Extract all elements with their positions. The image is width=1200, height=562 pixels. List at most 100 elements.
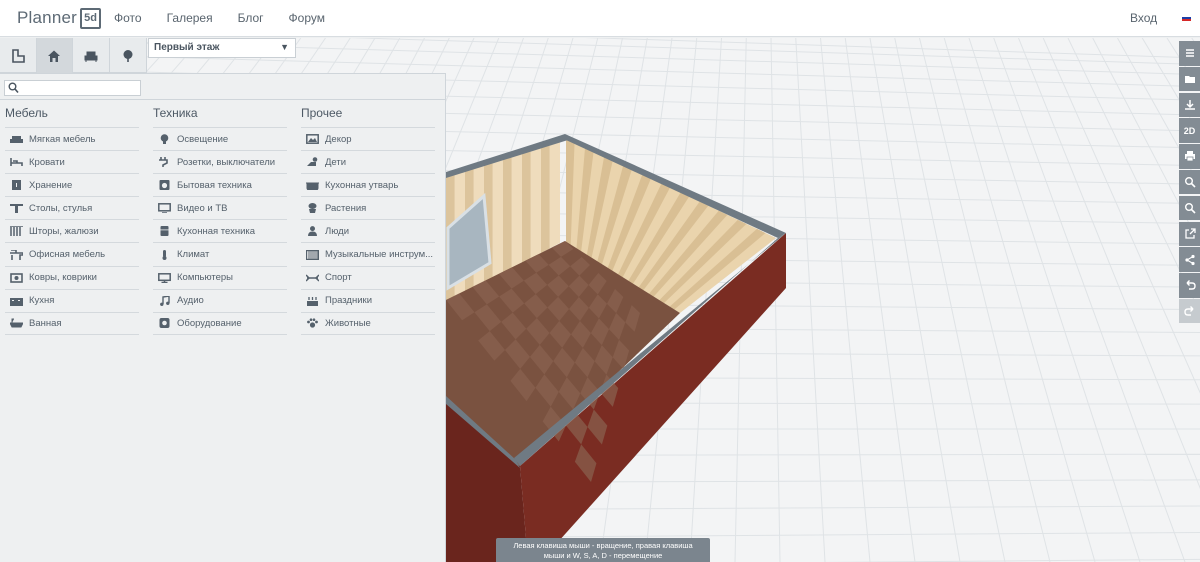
mode-rooms-button[interactable]: [36, 38, 73, 73]
view-2d-button[interactable]: 2D: [1179, 118, 1200, 143]
search-input[interactable]: [21, 81, 139, 95]
menu-icon: [1185, 49, 1194, 57]
floor-select[interactable]: Первый этаж ▼: [148, 38, 296, 58]
kids-icon: [307, 157, 318, 167]
menu-button[interactable]: [1179, 41, 1200, 66]
category-item[interactable]: Животные: [301, 311, 435, 335]
category-item[interactable]: Растения: [301, 196, 435, 219]
login-link[interactable]: Вход: [1130, 11, 1157, 25]
chevron-down-icon: ▼: [280, 42, 289, 52]
view-2d-icon: 2D: [1183, 125, 1196, 136]
category-label: Праздники: [325, 295, 372, 307]
category-item[interactable]: Шторы, жалюзи: [5, 219, 139, 242]
nav-forum[interactable]: Форум: [289, 11, 325, 25]
category-item[interactable]: Кровати: [5, 150, 139, 173]
category-item[interactable]: Оборудование: [153, 311, 287, 335]
category-label: Климат: [177, 249, 210, 261]
category-column-appliances: Техника Освещение Розетки, выключатели Быт…: [153, 106, 287, 335]
category-label: Хранение: [29, 179, 73, 191]
mode-exterior-button[interactable]: [110, 38, 146, 73]
category-item[interactable]: Ванная: [5, 311, 139, 335]
category-item[interactable]: Кухонная техника: [153, 219, 287, 242]
undo-button[interactable]: [1179, 273, 1200, 298]
catalog-panel: Мебель Мягкая мебель Кровати Хранение Столы…: [0, 73, 446, 562]
category-label: Шторы, жалюзи: [29, 225, 99, 237]
category-list: Освещение Розетки, выключатели Бытовая тех…: [153, 127, 287, 335]
category-item[interactable]: Музыкальные инструм...: [301, 242, 435, 265]
thermometer-icon: [162, 249, 167, 260]
top-nav: Фото Галерея Блог Форум: [114, 11, 325, 25]
mode-furniture-button[interactable]: [73, 38, 110, 73]
zoom-out-button[interactable]: [1179, 195, 1200, 221]
logo[interactable]: Planner 5d: [17, 6, 101, 30]
category-list: Мягкая мебель Кровати Хранение Столы, стуль…: [5, 127, 139, 335]
category-item[interactable]: Розетки, выключатели: [153, 150, 287, 173]
category-item[interactable]: Видео и ТВ: [153, 196, 287, 219]
piano-icon: [306, 249, 319, 260]
category-item[interactable]: Кухонная утварь: [301, 173, 435, 196]
hint-line-2: мыши и W, S, A, D - перемещение: [543, 551, 663, 560]
bed-icon: [10, 158, 23, 167]
cake-icon: [307, 296, 318, 306]
category-item[interactable]: Дети: [301, 150, 435, 173]
music-note-icon: [160, 295, 170, 306]
nav-blog[interactable]: Блог: [238, 11, 264, 25]
bathtub-icon: [10, 318, 23, 328]
mode-floorplan-button[interactable]: [0, 38, 37, 73]
nav-gallery[interactable]: Галерея: [167, 11, 213, 25]
category-label: Освещение: [177, 133, 229, 145]
print-button[interactable]: [1179, 144, 1200, 169]
share-button[interactable]: [1179, 247, 1200, 272]
tv-icon: [158, 203, 171, 214]
category-item[interactable]: Ковры, коврики: [5, 265, 139, 289]
category-item[interactable]: Аудио: [153, 288, 287, 312]
category-label: Декор: [325, 133, 352, 145]
category-item[interactable]: Компьютеры: [153, 265, 287, 289]
category-item[interactable]: Столы, стулья: [5, 196, 139, 219]
category-item[interactable]: Спорт: [301, 265, 435, 289]
kitchen-icon: [10, 297, 23, 306]
redo-button[interactable]: [1179, 298, 1200, 324]
share-icon: [1184, 254, 1195, 265]
fridge-icon: [160, 226, 169, 237]
category-item[interactable]: Хранение: [5, 173, 139, 196]
controls-hint: Левая клавиша мыши - вращение, правая кл…: [496, 538, 710, 562]
category-column-other: Прочее Декор Дети Кухонная утварь Растения Л…: [301, 106, 435, 335]
category-label: Видео и ТВ: [177, 202, 228, 214]
logo-text: Planner: [17, 8, 77, 27]
floor-select-value: Первый этаж: [154, 42, 220, 53]
category-item[interactable]: Климат: [153, 242, 287, 265]
language-flag-icon[interactable]: [1182, 15, 1191, 21]
lightbulb-icon: [160, 134, 169, 145]
folder-button[interactable]: [1179, 66, 1200, 92]
search-box[interactable]: [4, 80, 141, 96]
hint-line-1: Левая клавиша мыши - вращение, правая кл…: [513, 541, 693, 550]
equipment-icon: [159, 318, 170, 329]
office-desk-icon: [10, 249, 23, 260]
category-label: Компьютеры: [177, 272, 233, 284]
category-item[interactable]: Бытовая техника: [153, 173, 287, 196]
nav-photo[interactable]: Фото: [114, 11, 142, 25]
external-link-button[interactable]: [1179, 221, 1200, 247]
cabinet-icon: [12, 180, 21, 191]
category-item[interactable]: Мягкая мебель: [5, 127, 139, 150]
download-icon: [1184, 99, 1195, 110]
category-label: Розетки, выключатели: [177, 156, 276, 168]
zoom-in-button[interactable]: [1179, 169, 1200, 195]
category-item[interactable]: Офисная мебель: [5, 242, 139, 265]
download-button[interactable]: [1179, 92, 1200, 118]
category-item[interactable]: Праздники: [301, 288, 435, 312]
category-item[interactable]: Кухня: [5, 288, 139, 312]
category-label: Кровати: [29, 156, 65, 168]
plug-icon: [159, 157, 168, 168]
print-icon: [1184, 151, 1195, 162]
category-label: Аудио: [177, 295, 204, 307]
category-list: Декор Дети Кухонная утварь Растения Люди Музы…: [301, 127, 435, 335]
category-item[interactable]: Люди: [301, 219, 435, 242]
room-model[interactable]: [446, 134, 786, 562]
category-label: Растения: [325, 202, 367, 214]
category-item[interactable]: Декор: [301, 127, 435, 150]
sofa-icon: [84, 51, 98, 62]
category-label: Мягкая мебель: [29, 133, 96, 145]
category-item[interactable]: Освещение: [153, 127, 287, 150]
